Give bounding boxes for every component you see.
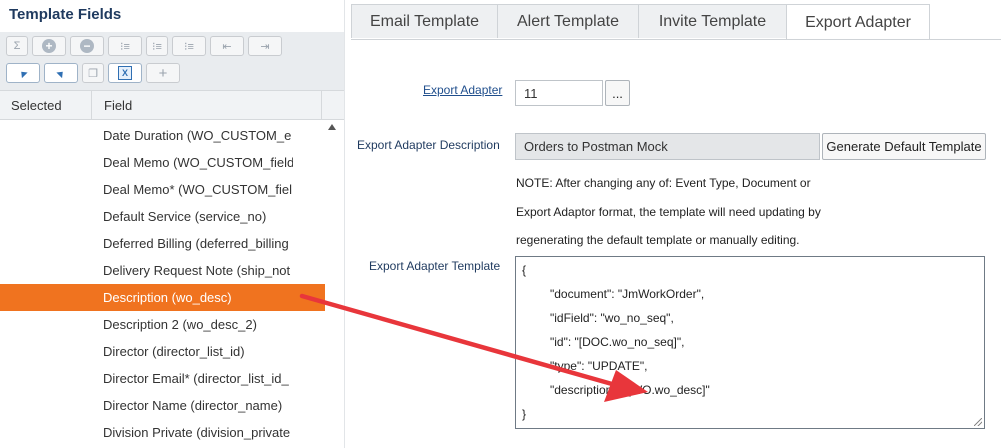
column-field[interactable]: Field xyxy=(104,98,132,113)
list-item[interactable]: Deal Memo* (WO_CUSTOM_fiel xyxy=(0,176,325,203)
list-item[interactable]: Deferred Billing (deferred_billing xyxy=(0,230,325,257)
column-selected[interactable]: Selected xyxy=(11,98,62,113)
note-line: NOTE: After changing any of: Event Type,… xyxy=(516,176,811,190)
plus-icon[interactable]: + xyxy=(146,63,180,83)
template-fields-panel: Template Fields Σ + − ⁝≡ ⁝≡ ⁝≡ ⇤ ⇥ ❐ X +… xyxy=(0,0,345,448)
code-line: "id": "[DOC.wo_no_seq]", xyxy=(550,335,685,349)
export-adapter-template-textarea[interactable]: { "document": "JmWorkOrder", "idField": … xyxy=(515,256,985,429)
panel-title: Template Fields xyxy=(9,6,122,23)
tab-email-template[interactable]: Email Template xyxy=(351,4,498,38)
tab-invite-template[interactable]: Invite Template xyxy=(638,4,787,38)
note-line: regenerating the default template or man… xyxy=(516,233,800,247)
code-line: "description": "[WO.wo_desc]" xyxy=(550,383,710,397)
code-line: "type": "UPDATE", xyxy=(550,359,648,373)
export-adapter-lookup-button[interactable]: ... xyxy=(605,80,630,106)
fields-column-header: Selected Field xyxy=(0,91,345,120)
list-item[interactable]: Division Private (division_private xyxy=(0,419,325,446)
collapse-down-icon[interactable] xyxy=(6,63,40,83)
export-adapter-description-label: Export Adapter Description xyxy=(357,138,500,152)
fields-toolbar: Σ + − ⁝≡ ⁝≡ ⁝≡ ⇤ ⇥ ❐ X + xyxy=(0,32,345,91)
code-line: { xyxy=(522,263,527,277)
indent-icon[interactable]: ⇥ xyxy=(248,36,282,56)
outdent-icon[interactable]: ⇤ xyxy=(210,36,244,56)
list-item[interactable]: Deal Memo (WO_CUSTOM_field xyxy=(0,149,325,176)
export-adapter-input[interactable]: 11 xyxy=(515,80,603,106)
code-line: "document": "JmWorkOrder", xyxy=(550,287,705,301)
list-indent-icon[interactable]: ⁝≡ xyxy=(108,36,142,56)
copy-icon[interactable]: ❐ xyxy=(82,63,104,83)
list-indent-3-icon[interactable]: ⁝≡ xyxy=(172,36,206,56)
tab-alert-template[interactable]: Alert Template xyxy=(497,4,639,38)
excel-icon[interactable]: X xyxy=(108,63,142,83)
resize-grip-icon[interactable] xyxy=(974,418,982,426)
sum-icon[interactable]: Σ xyxy=(6,36,28,56)
remove-circle-icon[interactable]: − xyxy=(70,36,104,56)
add-circle-icon[interactable]: + xyxy=(32,36,66,56)
list-item[interactable]: Date Duration (WO_CUSTOM_e xyxy=(0,122,325,149)
list-item[interactable]: Default Service (service_no) xyxy=(0,203,325,230)
fields-list: Date Duration (WO_CUSTOM_e Deal Memo (WO… xyxy=(0,120,345,448)
generate-default-template-button[interactable]: Generate Default Template xyxy=(822,133,986,160)
code-line: "idField": "wo_no_seq", xyxy=(550,311,674,325)
list-item[interactable]: Director Name (director_name) xyxy=(0,392,325,419)
list-indent-2-icon[interactable]: ⁝≡ xyxy=(146,36,168,56)
expand-up-icon[interactable] xyxy=(44,63,78,83)
export-adapter-label[interactable]: Export Adapter xyxy=(423,83,502,97)
export-adapter-template-label: Export Adapter Template xyxy=(369,259,501,273)
note-line: Export Adaptor format, the template will… xyxy=(516,205,821,219)
tab-export-adapter[interactable]: Export Adapter xyxy=(786,4,930,40)
list-item[interactable]: Delivery Request Note (ship_not xyxy=(0,257,325,284)
export-adapter-description-field: Orders to Postman Mock xyxy=(515,133,820,160)
list-item[interactable]: Description 2 (wo_desc_2) xyxy=(0,311,325,338)
code-line: } xyxy=(522,407,527,421)
list-item[interactable]: Director Email* (director_list_id_ xyxy=(0,365,325,392)
list-item-selected[interactable]: Description (wo_desc) xyxy=(0,284,325,311)
list-item[interactable]: Director (director_list_id) xyxy=(0,338,325,365)
scroll-up-arrow-icon[interactable] xyxy=(328,124,336,130)
